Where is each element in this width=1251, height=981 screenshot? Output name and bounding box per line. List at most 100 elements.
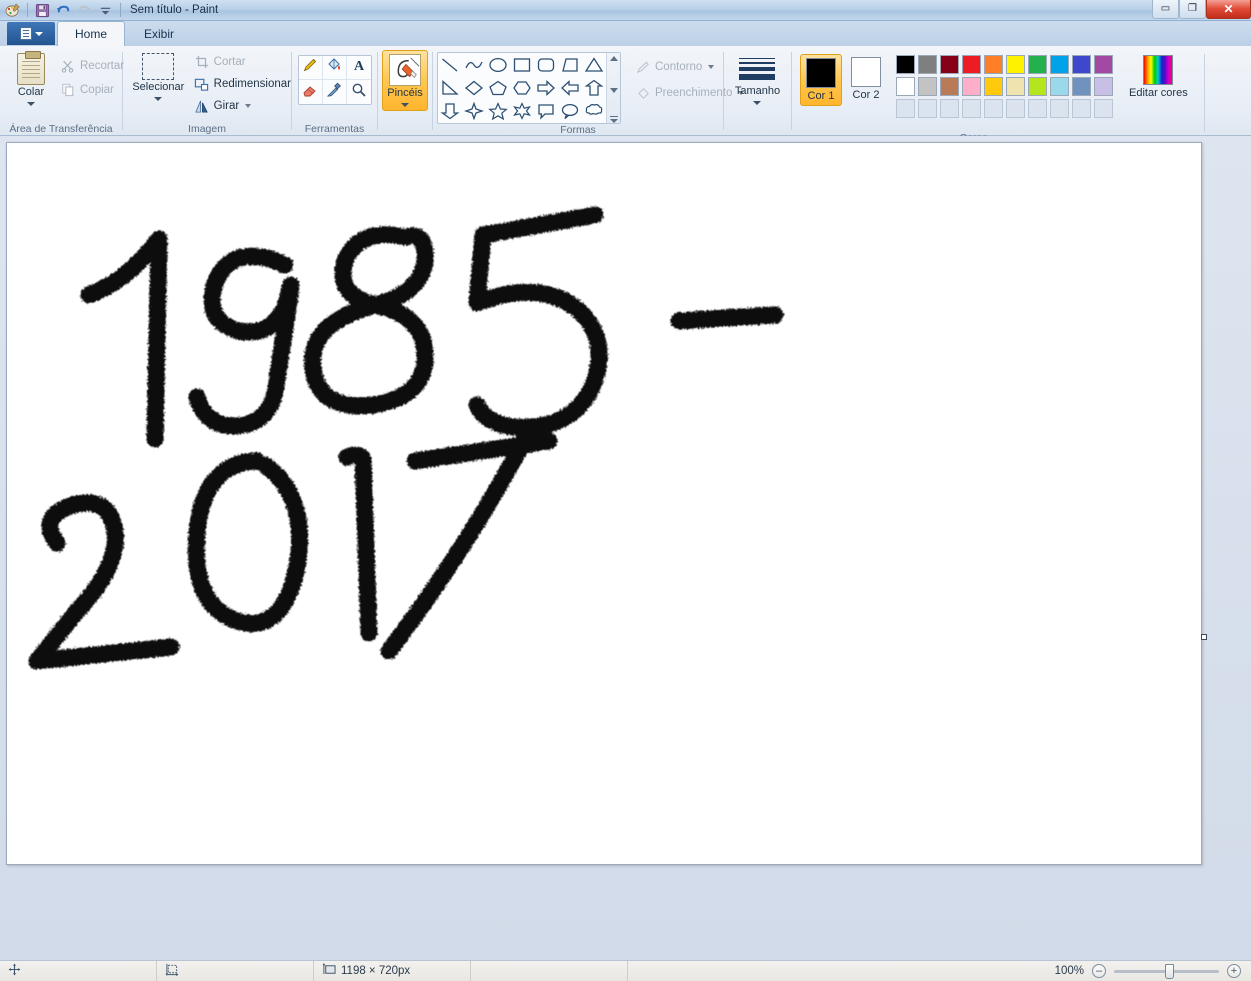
app-icon[interactable]	[3, 1, 22, 19]
tab-exibir-label: Exibir	[144, 27, 175, 41]
palette-swatch[interactable]	[940, 77, 959, 96]
undo-icon[interactable]	[54, 1, 73, 19]
clipboard-group-label: Área de Transferência	[9, 122, 113, 135]
minimize-button[interactable]: ▭	[1152, 0, 1179, 19]
palette-swatch[interactable]	[896, 77, 915, 96]
cut-button[interactable]: Recortar	[60, 57, 124, 75]
edit-colors-label: Editar cores	[1129, 87, 1188, 99]
palette-swatch-empty[interactable]	[896, 99, 915, 118]
canvas-drawing	[7, 143, 1201, 864]
file-menu-button[interactable]	[7, 22, 55, 45]
shape-rounded-callout[interactable]	[534, 99, 558, 122]
shape-five-point-star[interactable]	[486, 99, 510, 122]
palette-swatch[interactable]	[918, 55, 937, 74]
palette-swatch[interactable]	[1050, 55, 1069, 74]
palette-swatch[interactable]	[984, 55, 1003, 74]
save-icon[interactable]	[33, 1, 52, 19]
shape-rectangle[interactable]	[510, 53, 534, 76]
shape-cloud-callout[interactable]	[582, 99, 606, 122]
shape-up-arrow[interactable]	[582, 76, 606, 99]
palette-swatch[interactable]	[918, 77, 937, 96]
status-file-size	[471, 960, 628, 981]
tab-home[interactable]: Home	[57, 21, 126, 46]
copy-button[interactable]: Copiar	[60, 81, 124, 99]
tool-magnifier[interactable]	[347, 80, 371, 104]
edit-colors-button[interactable]: Editar cores	[1123, 55, 1194, 100]
chevron-down-icon	[753, 100, 762, 105]
palette-swatch-empty[interactable]	[962, 99, 981, 118]
palette-swatch[interactable]	[940, 55, 959, 74]
palette-swatch[interactable]	[962, 77, 981, 96]
scroll-down-icon[interactable]	[609, 88, 618, 93]
shape-ellipse[interactable]	[486, 53, 510, 76]
palette-swatch[interactable]	[1094, 77, 1113, 96]
status-selection-size	[157, 960, 314, 981]
zoom-in-button[interactable]: +	[1227, 964, 1241, 978]
fill-icon	[635, 85, 651, 101]
eraser-icon	[302, 82, 318, 103]
shape-hexagon[interactable]	[510, 76, 534, 99]
palette-swatch-empty[interactable]	[1028, 99, 1047, 118]
tool-pencil[interactable]	[298, 56, 323, 80]
zoom-slider[interactable]	[1114, 963, 1219, 979]
palette-swatch[interactable]	[1006, 55, 1025, 74]
redo-icon[interactable]	[75, 1, 94, 19]
canvas-resize-handle-right[interactable]	[1201, 634, 1207, 640]
zoom-slider-thumb[interactable]	[1165, 963, 1174, 979]
palette-swatch-empty[interactable]	[940, 99, 959, 118]
palette-swatch-empty[interactable]	[1050, 99, 1069, 118]
palette-swatch-empty[interactable]	[1094, 99, 1113, 118]
shape-line[interactable]	[438, 53, 462, 76]
color1-button[interactable]: Cor 1	[800, 54, 842, 107]
shape-curve[interactable]	[462, 53, 486, 76]
tool-fill[interactable]	[322, 56, 347, 80]
rotate-button[interactable]: Girar	[194, 97, 291, 115]
paint-canvas[interactable]	[6, 142, 1202, 865]
palette-swatch[interactable]	[1072, 77, 1091, 96]
shape-rounded-rectangle[interactable]	[534, 53, 558, 76]
size-button[interactable]: Tamanho	[729, 56, 786, 107]
shape-right-arrow[interactable]	[534, 76, 558, 99]
shape-trapezoid[interactable]	[558, 53, 582, 76]
zoom-out-button[interactable]: –	[1092, 964, 1106, 978]
palette-swatch[interactable]	[896, 55, 915, 74]
selection-size-icon	[165, 963, 179, 979]
crop-button[interactable]: Cortar	[194, 53, 291, 71]
close-button[interactable]: ✕	[1206, 0, 1251, 19]
qat-separator-2	[120, 3, 121, 17]
shape-diamond[interactable]	[462, 76, 486, 99]
shape-pentagon[interactable]	[486, 76, 510, 99]
palette-swatch-empty[interactable]	[918, 99, 937, 118]
brushes-button[interactable]: Pincéis	[382, 50, 428, 111]
customize-qat-icon[interactable]	[96, 1, 115, 19]
palette-swatch[interactable]	[1050, 77, 1069, 96]
shape-six-point-star[interactable]	[510, 99, 534, 122]
palette-swatch[interactable]	[1028, 77, 1047, 96]
shape-left-arrow[interactable]	[558, 76, 582, 99]
resize-button[interactable]: Redimensionar	[194, 75, 291, 93]
color2-button[interactable]: Cor 2	[846, 54, 886, 104]
shape-four-point-star[interactable]	[462, 99, 486, 122]
paste-button[interactable]: Colar	[8, 51, 54, 108]
palette-swatch[interactable]	[1006, 77, 1025, 96]
tool-eraser[interactable]	[299, 80, 323, 104]
shape-down-arrow[interactable]	[438, 99, 462, 122]
select-button[interactable]: Selecionar	[129, 51, 188, 103]
palette-swatch-empty[interactable]	[984, 99, 1003, 118]
shape-right-triangle[interactable]	[438, 76, 462, 99]
palette-swatch[interactable]	[1094, 55, 1113, 74]
palette-swatch[interactable]	[1072, 55, 1091, 74]
palette-swatch-empty[interactable]	[1072, 99, 1091, 118]
shape-oval-callout[interactable]	[558, 99, 582, 122]
shape-triangle[interactable]	[582, 53, 606, 76]
tool-text[interactable]: A	[346, 56, 371, 80]
scroll-up-icon[interactable]	[609, 56, 618, 61]
palette-swatch[interactable]	[984, 77, 1003, 96]
restore-button[interactable]: ❐	[1179, 0, 1206, 19]
tool-color-picker[interactable]	[323, 80, 347, 104]
palette-swatch[interactable]	[962, 55, 981, 74]
shapes-scrollbar[interactable]	[606, 53, 620, 123]
palette-swatch-empty[interactable]	[1006, 99, 1025, 118]
tab-exibir[interactable]: Exibir	[127, 22, 191, 46]
palette-swatch[interactable]	[1028, 55, 1047, 74]
